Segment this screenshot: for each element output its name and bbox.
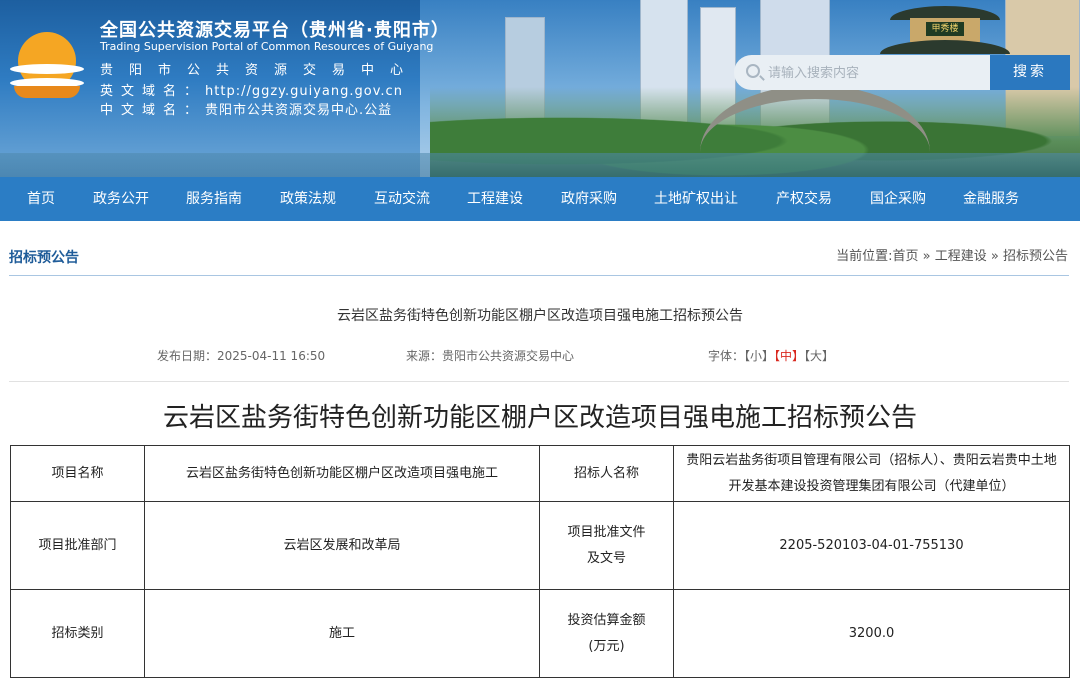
- table-cell-value: 3200.0: [673, 589, 1070, 678]
- nav-item-interaction[interactable]: 互动交流: [374, 177, 430, 221]
- table-cell-label: 招标类别: [10, 589, 145, 678]
- portal-subtitle-en: Trading Supervision Portal of Common Res…: [100, 40, 434, 53]
- nav-item-government-affairs[interactable]: 政务公开: [93, 177, 149, 221]
- en-domain-line: 英文域名：http://ggzy.guiyang.gov.cn: [100, 80, 403, 99]
- font-size-large[interactable]: 【大】: [804, 349, 834, 363]
- table-cell-value: 云岩区发展和改革局: [144, 501, 540, 590]
- article-source: 来源：贵阳市公共资源交易中心: [406, 349, 575, 363]
- section-divider: [9, 275, 1069, 276]
- nav-item-engineering[interactable]: 工程建设: [467, 177, 523, 221]
- article-title-small: 云岩区盐务街特色创新功能区棚户区改造项目强电施工招标预公告: [337, 308, 743, 324]
- table-cell-value: 贵阳云岩盐务街项目管理有限公司（招标人）、贵阳云岩贵中土地开发基本建设投资管理集…: [673, 445, 1070, 502]
- header-banner: 甲秀楼 全国公共资源交易平台（贵州省·贵阳市） Trading Supervis…: [0, 0, 1080, 177]
- table-cell-label: 项目名称: [10, 445, 145, 502]
- banner-water: [0, 153, 1080, 177]
- font-size-small[interactable]: 【小】: [744, 349, 774, 363]
- font-size-controls: 字体：【小】【中】【大】: [708, 347, 834, 364]
- search-button[interactable]: 搜索: [990, 55, 1070, 90]
- search-input[interactable]: [768, 62, 978, 84]
- cn-domain-line: 中文域名：贵阳市公共资源交易中心.公益: [100, 99, 392, 118]
- table-cell-value: 云岩区盐务街特色创新功能区棚户区改造项目强电施工: [144, 445, 540, 502]
- nav-item-policy[interactable]: 政策法规: [280, 177, 336, 221]
- project-info-table: 项目名称 云岩区盐务街特色创新功能区棚户区改造项目强电施工 招标人名称 贵阳云岩…: [10, 445, 1070, 678]
- search-icon: [746, 64, 760, 78]
- en-domain-value: http://ggzy.guiyang.gov.cn: [205, 84, 403, 99]
- pagoda-plaque: 甲秀楼: [926, 22, 964, 36]
- table-row: 项目名称 云岩区盐务街特色创新功能区棚户区改造项目强电施工 招标人名称 贵阳云岩…: [10, 445, 1070, 502]
- en-domain-label: 英文域名：: [100, 84, 206, 99]
- breadcrumb[interactable]: 当前位置:首页 » 工程建设 » 招标预公告: [836, 245, 1068, 264]
- table-cell-value: 2205-520103-04-01-755130: [673, 501, 1070, 590]
- table-cell-label: 项目批准部门: [10, 501, 145, 590]
- portal-title: 全国公共资源交易平台（贵州省·贵阳市）: [100, 20, 450, 41]
- nav-item-property-trading[interactable]: 产权交易: [776, 177, 832, 221]
- nav-item-home[interactable]: 首页: [27, 177, 55, 221]
- publish-date: 发布日期：2025-04-11 16:50: [157, 349, 326, 363]
- table-row: 项目批准部门 云岩区发展和改革局 项目批准文件及文号 2205-520103-0…: [10, 501, 1070, 590]
- nav-item-service-guide[interactable]: 服务指南: [186, 177, 242, 221]
- nav-item-financial-services[interactable]: 金融服务: [963, 177, 1019, 221]
- table-cell-label: 招标人名称: [539, 445, 674, 502]
- nav-item-soe-procurement[interactable]: 国企采购: [870, 177, 926, 221]
- article-title: 云岩区盐务街特色创新功能区棚户区改造项目强电施工招标预公告: [162, 403, 917, 433]
- main-nav: 首页 政务公开 服务指南 政策法规 互动交流 工程建设 政府采购 土地矿权出让 …: [0, 177, 1080, 221]
- section-title: 招标预公告: [9, 250, 79, 266]
- table-cell-value: 施工: [144, 589, 540, 678]
- meta-divider: [9, 381, 1069, 382]
- nav-item-government-procurement[interactable]: 政府采购: [561, 177, 617, 221]
- cn-domain-label: 中文域名：: [100, 103, 206, 118]
- portal-center-name: 贵阳市公共资源交易中心: [100, 63, 420, 78]
- cn-domain-value: 贵阳市公共资源交易中心.公益: [205, 103, 393, 118]
- table-cell-label: 项目批准文件及文号: [539, 501, 674, 590]
- font-size-medium[interactable]: 【中】: [774, 349, 804, 363]
- font-size-label: 字体：: [708, 349, 745, 363]
- table-cell-label: 投资估算金额(万元): [539, 589, 674, 678]
- portal-logo-icon[interactable]: [10, 30, 84, 100]
- nav-item-land-mining[interactable]: 土地矿权出让: [654, 177, 738, 221]
- table-row: 招标类别 施工 投资估算金额(万元) 3200.0: [10, 589, 1070, 678]
- search-box: [734, 55, 990, 90]
